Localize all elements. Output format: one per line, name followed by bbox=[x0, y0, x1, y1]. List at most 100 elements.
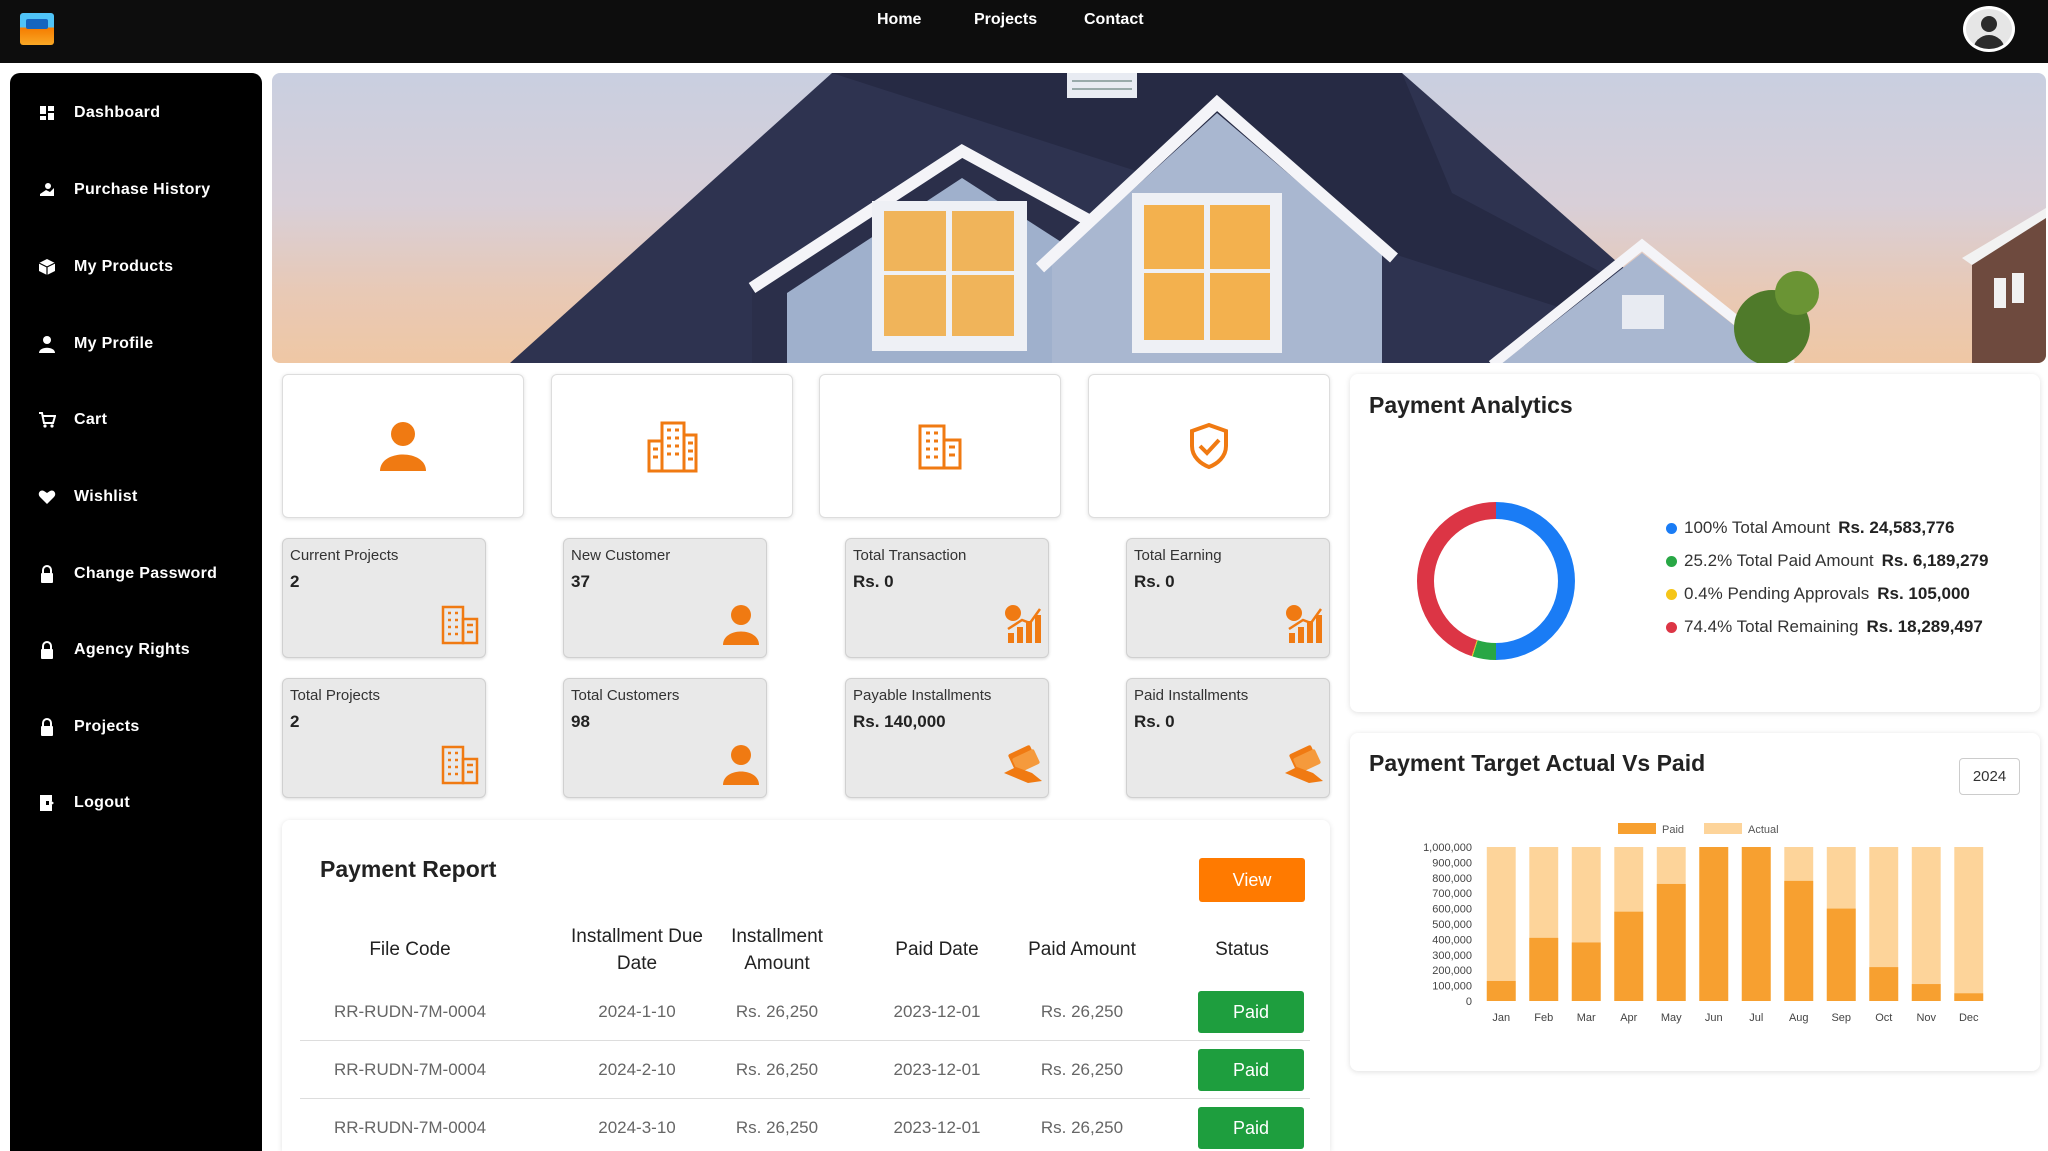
sidebar-item-agency-rights[interactable]: Agency Rights bbox=[38, 637, 190, 663]
sidebar-item-label: My Profile bbox=[74, 335, 154, 352]
column-header-file-code: File Code bbox=[369, 939, 451, 960]
donut-slice-total-remaining[interactable] bbox=[1417, 502, 1497, 657]
shield-check-icon bbox=[1190, 422, 1228, 470]
bar-paid-apr[interactable] bbox=[1614, 911, 1644, 1001]
chart-legend: Paid Actual bbox=[1618, 823, 1779, 836]
sidebar-item-my-profile[interactable]: My Profile bbox=[38, 331, 153, 357]
sidebar-item-label: Purchase History bbox=[74, 181, 211, 198]
sidebar-item-label: Dashboard bbox=[74, 104, 161, 121]
status-paid-button[interactable]: Paid bbox=[1198, 1049, 1304, 1091]
legend-dot bbox=[1666, 555, 1677, 567]
donut-slice-total-paid[interactable] bbox=[1472, 640, 1497, 660]
legend-dot bbox=[1666, 522, 1677, 534]
bar-paid-oct[interactable] bbox=[1869, 967, 1899, 1001]
sidebar-item-wishlist[interactable]: Wishlist bbox=[38, 484, 138, 510]
bar-actual-jan[interactable] bbox=[1486, 847, 1516, 1001]
bar-paid-dec[interactable] bbox=[1954, 993, 1984, 1001]
sidebar-item-dashboard[interactable]: Dashboard bbox=[38, 100, 160, 126]
stat-value: 2 bbox=[290, 712, 300, 731]
quick-tile-building[interactable] bbox=[819, 374, 1061, 518]
cell-installment-amount: Rs. 26,250 bbox=[735, 1002, 819, 1021]
column-header-installment-amount: Installment Amount bbox=[731, 926, 823, 974]
building-icon bbox=[441, 745, 479, 785]
cell-installment-amount: Rs. 26,250 bbox=[735, 1118, 819, 1137]
stat-card-paid-installments[interactable]: Paid Installments Rs. 0 bbox=[1126, 678, 1330, 798]
bar-paid-mar[interactable] bbox=[1571, 942, 1601, 1001]
sidebar-item-label: Agency Rights bbox=[74, 641, 190, 658]
cell-due-date: 2024-2-10 bbox=[598, 1060, 676, 1079]
year-select[interactable]: 2024 bbox=[1959, 758, 2020, 795]
stat-card-payable-installments[interactable]: Payable Installments Rs. 140,000 bbox=[845, 678, 1049, 798]
y-tick-label: 400,000 bbox=[1432, 934, 1472, 946]
cell-due-date: 2024-1-10 bbox=[598, 1002, 676, 1021]
sidebar: Dashboard Purchase History My Products M… bbox=[10, 73, 262, 1151]
bar-actual-dec[interactable] bbox=[1954, 847, 1984, 1001]
stat-card-new-customer[interactable]: New Customer 37 bbox=[563, 538, 767, 658]
hero-banner-image bbox=[272, 73, 2046, 363]
nav-home[interactable]: Home bbox=[877, 11, 921, 29]
x-tick-label: Oct bbox=[1875, 1012, 1892, 1024]
user-avatar-icon[interactable] bbox=[1963, 6, 2015, 52]
cell-file-code: RR-RUDN-7M-0004 bbox=[333, 1002, 487, 1021]
bar-paid-sep[interactable] bbox=[1826, 908, 1856, 1001]
stat-card-total-customers[interactable]: Total Customers 98 bbox=[563, 678, 767, 798]
legend-item-total-paid: 25.2% Total Paid Amount Rs. 6,189,279 bbox=[1666, 551, 1988, 571]
legend-amount: Rs. 105,000 bbox=[1877, 584, 1970, 603]
status-paid-button[interactable]: Paid bbox=[1198, 991, 1304, 1033]
y-tick-label: 0 bbox=[1466, 996, 1472, 1008]
money-hand-icon bbox=[1285, 745, 1323, 783]
cell-paid-date: 2023-12-01 bbox=[893, 1118, 981, 1137]
view-button[interactable]: View bbox=[1199, 858, 1305, 902]
nav-projects[interactable]: Projects bbox=[974, 11, 1037, 29]
bar-paid-feb[interactable] bbox=[1529, 937, 1559, 1001]
legend-item-total-remaining: 74.4% Total Remaining Rs. 18,289,497 bbox=[1666, 617, 1983, 637]
quick-tile-user[interactable] bbox=[282, 374, 524, 518]
lock-icon bbox=[38, 565, 56, 583]
donut-slice-total-amount[interactable] bbox=[1495, 502, 1575, 660]
status-paid-button[interactable]: Paid bbox=[1198, 1107, 1304, 1149]
nav-contact[interactable]: Contact bbox=[1084, 11, 1144, 29]
bar-paid-nov[interactable] bbox=[1911, 984, 1941, 1001]
x-tick-label: Sep bbox=[1831, 1012, 1851, 1024]
stat-label: Total Earning bbox=[1134, 547, 1222, 564]
cell-installment-amount: Rs. 26,250 bbox=[735, 1060, 819, 1079]
sidebar-item-purchase-history[interactable]: Purchase History bbox=[38, 177, 210, 203]
top-navbar: Home Projects Contact bbox=[0, 0, 2048, 63]
x-tick-label: Nov bbox=[1916, 1012, 1936, 1024]
sidebar-item-change-password[interactable]: Change Password bbox=[38, 561, 217, 587]
quick-tile-projects[interactable] bbox=[551, 374, 793, 518]
growth-chart-icon bbox=[1286, 605, 1323, 643]
sidebar-item-label: Projects bbox=[74, 718, 140, 735]
stat-card-total-earning[interactable]: Total Earning Rs. 0 bbox=[1126, 538, 1330, 658]
quick-tile-security[interactable] bbox=[1088, 374, 1330, 518]
sidebar-item-projects[interactable]: Projects bbox=[38, 714, 140, 740]
sidebar-item-logout[interactable]: Logout bbox=[38, 790, 130, 816]
column-header-due-date: Installment Due Date bbox=[570, 926, 703, 974]
stat-card-total-transaction[interactable]: Total Transaction Rs. 0 bbox=[845, 538, 1049, 658]
sidebar-item-my-products[interactable]: My Products bbox=[38, 254, 173, 280]
x-tick-label: Dec bbox=[1959, 1012, 1979, 1024]
legend-label-actual: Actual bbox=[1748, 824, 1779, 836]
bar-actual-nov[interactable] bbox=[1911, 847, 1941, 1001]
bar-paid-jan[interactable] bbox=[1486, 980, 1516, 1001]
sidebar-item-label: Wishlist bbox=[74, 488, 138, 505]
cell-paid-amount: Rs. 26,250 bbox=[1040, 1118, 1124, 1137]
user-icon bbox=[380, 422, 426, 471]
column-header-paid-amount: Paid Amount bbox=[1028, 939, 1136, 960]
stat-label: Paid Installments bbox=[1134, 687, 1249, 704]
y-tick-label: 1,000,000 bbox=[1423, 842, 1472, 854]
lock-icon bbox=[38, 641, 56, 659]
payment-target-card: Payment Target Actual Vs Paid 2024 Paid A… bbox=[1350, 733, 2040, 1071]
bar-paid-jul[interactable] bbox=[1741, 847, 1771, 1001]
stat-card-current-projects[interactable]: Current Projects 2 bbox=[282, 538, 486, 658]
sidebar-item-cart[interactable]: Cart bbox=[38, 407, 107, 433]
y-tick-label: 700,000 bbox=[1432, 888, 1472, 900]
stat-card-total-projects[interactable]: Total Projects 2 bbox=[282, 678, 486, 798]
bar-paid-jun[interactable] bbox=[1699, 847, 1729, 1001]
x-tick-label: May bbox=[1661, 1012, 1682, 1024]
stat-value: 37 bbox=[571, 572, 590, 591]
bar-paid-may[interactable] bbox=[1656, 883, 1686, 1001]
bar-paid-aug[interactable] bbox=[1784, 880, 1814, 1001]
brand-logo[interactable] bbox=[20, 13, 54, 45]
growth-chart-icon bbox=[1005, 605, 1042, 643]
